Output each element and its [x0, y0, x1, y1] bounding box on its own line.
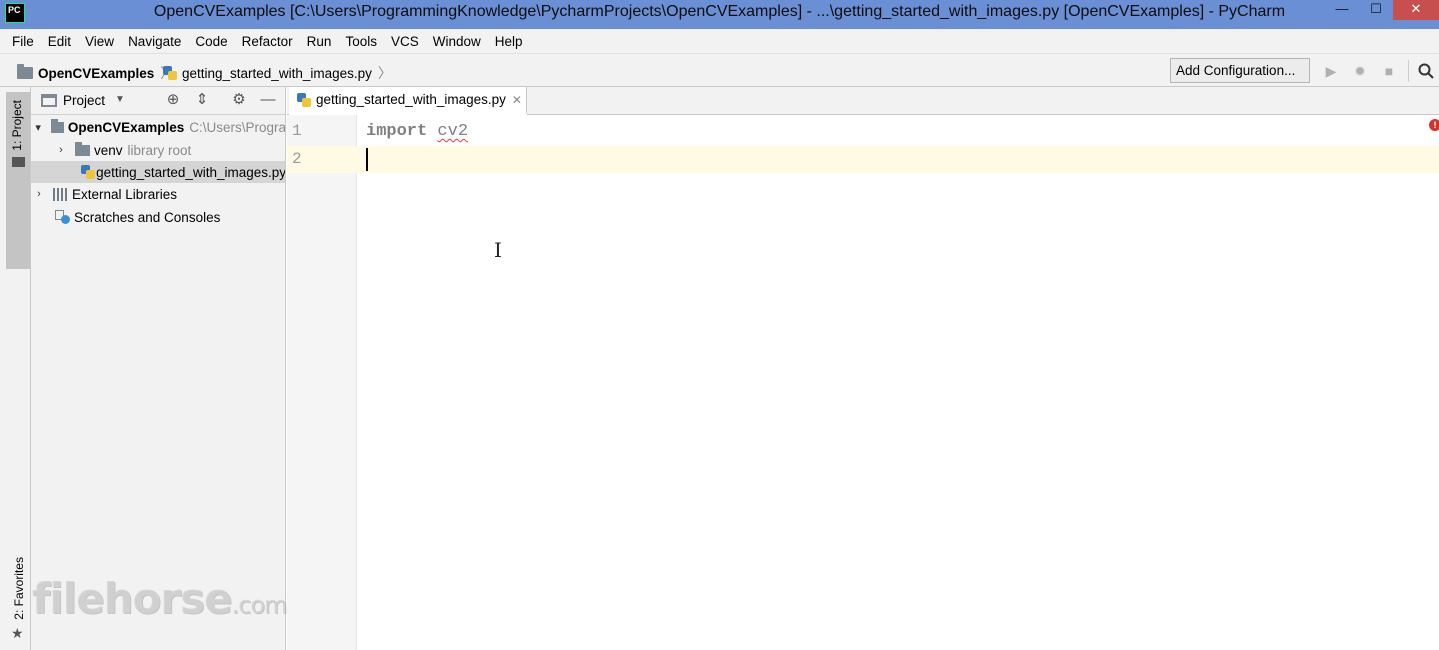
- folder-icon: [17, 64, 33, 79]
- library-icon: [53, 187, 69, 201]
- code-keyword: import: [366, 122, 428, 141]
- navigation-bar: OpenCVExamples 〉 getting_started_with_im…: [0, 53, 1439, 87]
- menu-view[interactable]: View: [78, 34, 121, 49]
- folder-icon: [12, 157, 25, 167]
- tree-item-external-libraries[interactable]: › External Libraries: [31, 183, 285, 205]
- favorites-tool-tab[interactable]: 2: Favorites: [12, 557, 26, 620]
- chevron-right-icon[interactable]: ›: [33, 188, 45, 200]
- menu-edit[interactable]: Edit: [41, 34, 78, 49]
- locate-file-icon[interactable]: ⊕: [165, 92, 181, 108]
- title-bar: PC OpenCVExamples [C:\Users\ProgrammingK…: [0, 0, 1439, 29]
- minimize-button[interactable]: —: [1325, 0, 1359, 20]
- tree-item-python-file[interactable]: getting_started_with_images.py: [31, 161, 286, 183]
- star-icon: ★: [11, 625, 24, 641]
- tree-item-label: OpenCVExamples: [67, 119, 185, 135]
- python-file-icon: [163, 66, 177, 80]
- error-marker-icon[interactable]: !: [1429, 119, 1439, 131]
- tree-item-scratches[interactable]: Scratches and Consoles: [31, 206, 285, 228]
- mouse-cursor-ibeam-icon: I: [494, 238, 502, 262]
- toolbar-divider: [1408, 60, 1409, 82]
- project-tool-tab[interactable]: 1: Project: [6, 92, 30, 269]
- tree-item-hint: library root: [127, 142, 192, 158]
- close-button[interactable]: ✕: [1393, 0, 1439, 20]
- editor-tab[interactable]: getting_started_with_images.py ✕: [289, 87, 527, 115]
- breadcrumb-project[interactable]: OpenCVExamples 〉: [17, 63, 180, 83]
- menu-help[interactable]: Help: [488, 34, 530, 49]
- menu-window[interactable]: Window: [426, 34, 488, 49]
- current-line-highlight: [287, 146, 1439, 173]
- folder-icon: [51, 118, 64, 133]
- text-caret: [366, 148, 368, 171]
- menu-vcs[interactable]: VCS: [384, 34, 426, 49]
- project-view-icon: [41, 94, 57, 107]
- editor-tab-bar: getting_started_with_images.py ✕: [287, 87, 1439, 115]
- chevron-right-icon: 〉: [377, 65, 392, 81]
- line-number: 2: [292, 150, 302, 168]
- chevron-down-icon[interactable]: ▾: [33, 121, 43, 134]
- menu-bar: File Edit View Navigate Code Refactor Ru…: [0, 29, 1439, 53]
- project-tool-tab-label: 1: Project: [10, 100, 24, 151]
- breadcrumb-file[interactable]: getting_started_with_images.py 〉: [163, 63, 398, 83]
- gear-icon[interactable]: ⚙: [231, 92, 247, 108]
- watermark-text: filehorse: [32, 574, 233, 623]
- collapse-all-icon[interactable]: ⇕: [194, 92, 210, 108]
- project-view-selector[interactable]: Project: [63, 93, 105, 108]
- run-icon[interactable]: ▶: [1323, 63, 1339, 79]
- menu-tools[interactable]: Tools: [338, 34, 384, 49]
- editor-gutter: [287, 115, 357, 650]
- project-panel-header: Project ▼ ⊕ ⇕ ⚙ —: [31, 87, 285, 115]
- code-editor[interactable]: [358, 115, 1439, 650]
- debug-icon[interactable]: ✹: [1352, 63, 1368, 79]
- breadcrumb-project-label: OpenCVExamples: [38, 65, 155, 81]
- line-number: 1: [292, 122, 302, 140]
- hide-panel-icon[interactable]: —: [260, 92, 276, 108]
- window-controls: — ☐ ✕: [1325, 0, 1439, 22]
- stop-icon[interactable]: ■: [1381, 63, 1397, 79]
- tree-item-label: External Libraries: [72, 186, 178, 202]
- editor-tab-label: getting_started_with_images.py: [316, 92, 506, 107]
- folder-icon: [75, 141, 90, 156]
- menu-code[interactable]: Code: [188, 34, 234, 49]
- watermark-suffix: .com: [231, 591, 288, 619]
- search-icon[interactable]: [1418, 63, 1434, 79]
- python-file-icon: [297, 92, 311, 107]
- breadcrumb-file-label: getting_started_with_images.py: [182, 65, 372, 81]
- menu-run[interactable]: Run: [300, 34, 339, 49]
- project-panel: Project ▼ ⊕ ⇕ ⚙ — ▾ OpenCVExamples C:\Us…: [31, 87, 286, 650]
- tree-item-label: venv: [94, 142, 123, 158]
- chevron-right-icon[interactable]: ›: [55, 144, 67, 156]
- left-tool-strip: 1: Project 2: Favorites ★: [0, 87, 31, 650]
- dropdown-arrow-icon[interactable]: ▼: [115, 94, 125, 105]
- maximize-button[interactable]: ☐: [1359, 0, 1393, 20]
- scratches-icon: [55, 210, 70, 224]
- window-title: OpenCVExamples [C:\Users\ProgrammingKnow…: [153, 3, 1286, 20]
- menu-navigate[interactable]: Navigate: [121, 34, 188, 49]
- tree-item-label: getting_started_with_images.py: [96, 164, 286, 180]
- python-file-icon: [81, 165, 95, 179]
- code-line[interactable]: import cv2: [366, 122, 468, 141]
- menu-refactor[interactable]: Refactor: [235, 34, 300, 49]
- watermark-logo: filehorse.com: [32, 574, 288, 623]
- tree-item-path: C:\Users\Progra: [189, 119, 286, 135]
- tree-item-label: Scratches and Consoles: [74, 209, 221, 225]
- tree-item-venv[interactable]: › venv library root: [31, 139, 285, 161]
- menu-file[interactable]: File: [5, 34, 41, 49]
- code-module-name: cv2: [437, 122, 469, 141]
- close-tab-icon[interactable]: ✕: [512, 93, 522, 107]
- tree-item-opencvexamples[interactable]: ▾ OpenCVExamples C:\Users\Progra: [31, 116, 286, 138]
- add-configuration-button[interactable]: Add Configuration...: [1170, 58, 1310, 83]
